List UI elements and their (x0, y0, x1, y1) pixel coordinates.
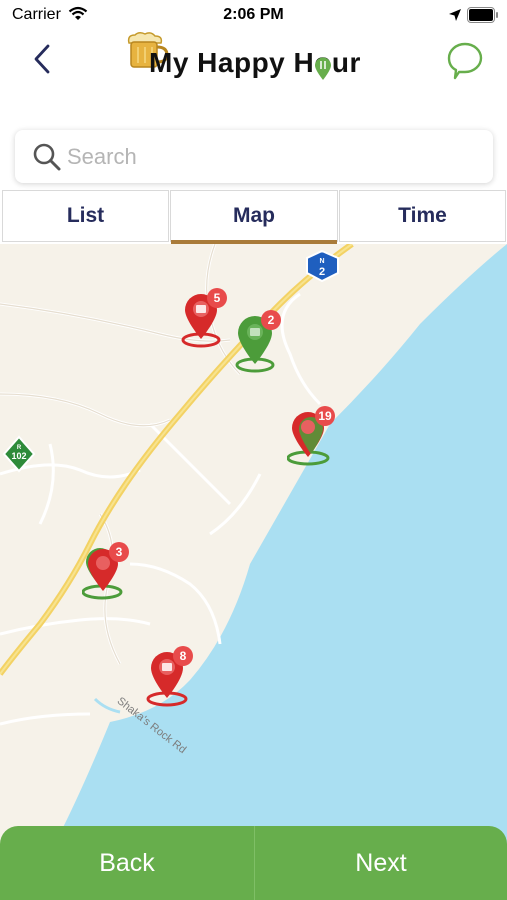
battery-icon (467, 7, 499, 28)
marker-count-badge: 3 (109, 542, 129, 562)
next-button[interactable]: Next (255, 826, 507, 900)
search-icon (32, 142, 62, 177)
back-button[interactable]: Back (0, 826, 254, 900)
tab-list[interactable]: List (2, 190, 169, 242)
route-shield-n2-number: 2 (319, 266, 325, 278)
map-view[interactable]: N 2 R 102 Shaka's Rock Rd 5 2 19 3 8 (0, 244, 507, 900)
chat-bubble-icon[interactable] (446, 41, 484, 86)
search-bar (15, 130, 493, 183)
chevron-left-icon[interactable] (30, 42, 60, 76)
route-shield-r102-number: 102 (11, 451, 26, 461)
tab-map[interactable]: Map (170, 190, 338, 242)
location-arrow-icon (448, 8, 462, 27)
route-shield-n2: N 2 (306, 249, 339, 283)
app-logo: My Happy Hour (123, 31, 385, 89)
marker-count-badge: 5 (207, 288, 227, 308)
app-header: My Happy Hour (0, 30, 507, 100)
marker-count-badge: 19 (315, 406, 335, 426)
marker-count-badge: 8 (173, 646, 193, 666)
map-marker[interactable]: 8 (146, 646, 193, 712)
map-marker[interactable]: 5 (180, 288, 227, 354)
map-marker[interactable]: 2 (234, 310, 281, 376)
search-input[interactable] (65, 140, 479, 174)
clock: 2:06 PM (223, 6, 284, 23)
tab-time[interactable]: Time (339, 190, 506, 242)
map-marker[interactable]: 19 (287, 406, 335, 472)
bottom-action-bar: Back Next (0, 826, 507, 900)
marker-count-badge: 2 (261, 310, 281, 330)
pin-logo-icon (314, 57, 332, 86)
status-bar: Carrier 2:06 PM (0, 0, 507, 30)
map-marker[interactable]: 3 (82, 542, 129, 608)
view-tabs: List Map Time (0, 190, 507, 244)
route-shield-n2-letter: N (319, 258, 324, 265)
